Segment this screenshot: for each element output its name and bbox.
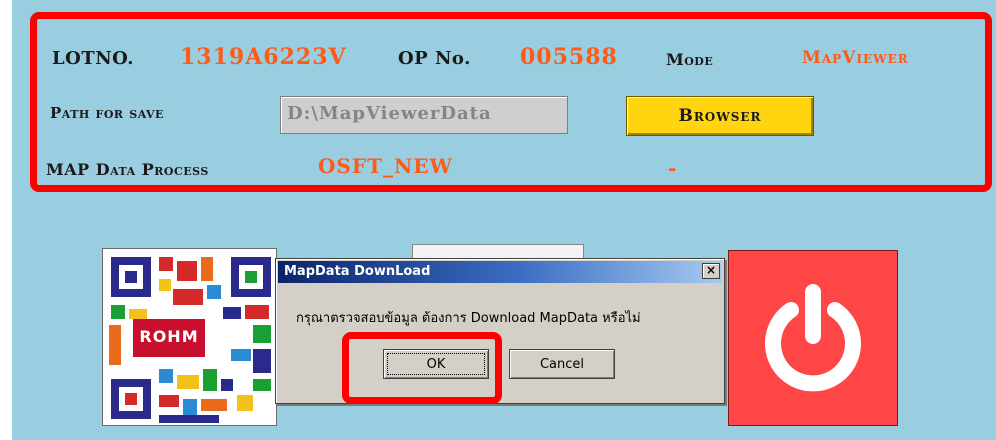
op-no-label: OP No.: [398, 48, 471, 69]
save-path-field[interactable]: D:\MapViewerData: [280, 96, 568, 134]
rohm-logo-tile[interactable]: ROHM: [102, 248, 277, 426]
power-button[interactable]: [728, 250, 898, 426]
mapviewer-window: LOTNO. 1319A6223V OP No. 005588 Mode Map…: [12, 0, 996, 440]
path-for-save-label: Path for save: [50, 104, 164, 122]
rohm-logo-text: ROHM: [139, 327, 199, 346]
map-data-process-value: OSFT_NEW: [318, 154, 453, 178]
process-extra-value: -: [668, 156, 678, 180]
browser-button[interactable]: Browser: [626, 96, 814, 136]
mode-label: Mode: [666, 50, 714, 69]
lot-no-label: LOTNO.: [52, 48, 135, 69]
mode-value: MapViewer: [802, 48, 909, 68]
op-no-value: 005588: [520, 44, 618, 70]
map-data-process-label: MAP Data Process: [46, 160, 209, 179]
power-icon: [765, 284, 861, 392]
lot-no-value: 1319A6223V: [180, 44, 347, 70]
ok-button[interactable]: OK: [383, 349, 489, 379]
mapdata-download-dialog: MapData DownLoad × กรุณาตรวจสอบข้อมูล ต้…: [275, 258, 725, 404]
cancel-button[interactable]: Cancel: [509, 349, 615, 379]
dialog-title: MapData DownLoad: [278, 261, 722, 283]
dialog-message: กรุณาตรวจสอบข้อมูล ต้องการ Download MapD…: [296, 311, 641, 326]
dialog-close-icon[interactable]: ×: [702, 263, 720, 279]
